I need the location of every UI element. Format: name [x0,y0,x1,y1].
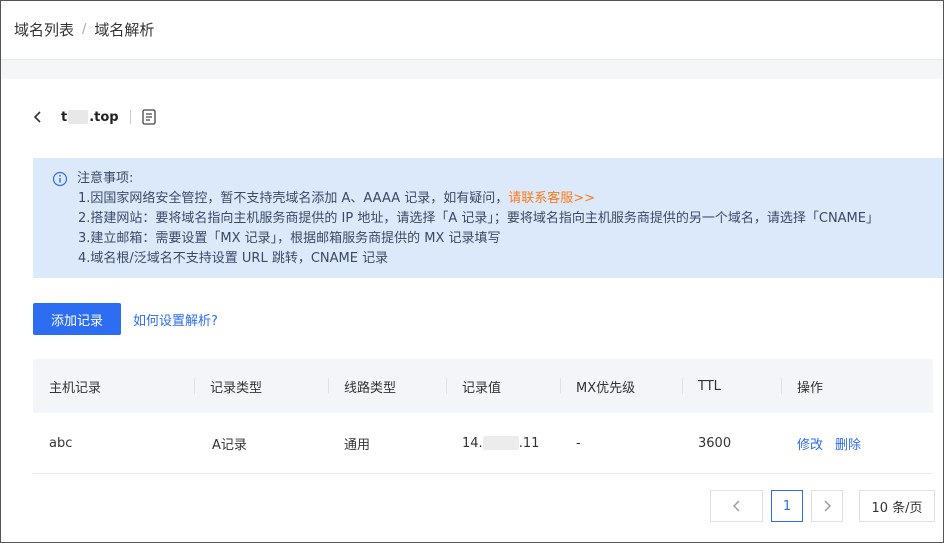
header-line: 线路类型 [328,359,446,413]
cell-host: abc [49,435,73,451]
divider [129,110,131,124]
cell-value: 14. .11 [446,413,560,473]
records-table: 主机记录 记录类型 线路类型 记录值 MX优先级 TTL 操作 abc A记录 … [33,359,933,474]
edit-record-link[interactable]: 修改 [797,434,823,453]
info-icon [52,171,68,187]
breadcrumb-separator: / [82,22,87,37]
notice-box: 注意事项: 1.因国家网络安全管控，暂不支持壳域名添加 A、AAAA 记录，如有… [33,158,943,278]
header-ttl: TTL [682,359,781,413]
header-actions: 操作 [781,359,933,413]
document-icon[interactable] [141,108,158,126]
next-page-button[interactable] [811,490,843,522]
main-card: t .top 注意事项: 1.因国家网络安全管控，暂不支持壳域名添加 A、AAA… [1,79,943,542]
domain-name-prefix: t [61,109,68,125]
redacted-mask [482,436,519,450]
table-row: abc A记录 通用 14. .11 - 3600 修改 删除 [33,413,933,474]
add-record-button[interactable]: 添加记录 [33,303,121,335]
redacted-mask [68,110,89,124]
domain-header: t .top [33,107,158,127]
header: 域名列表 / 域名解析 [1,1,943,60]
chevron-right-icon [824,500,831,512]
header-mx: MX优先级 [560,359,682,413]
breadcrumb: 域名列表 / 域名解析 [14,19,154,40]
delete-record-link[interactable]: 删除 [835,434,861,453]
header-host: 主机记录 [49,380,102,396]
notice-item-1-text: 1.因国家网络安全管控，暂不支持壳域名添加 A、AAAA 记录，如有疑问， [78,191,509,206]
back-arrow-icon[interactable] [33,107,47,127]
help-link[interactable]: 如何设置解析? [133,310,218,329]
breadcrumb-domain-list[interactable]: 域名列表 [14,19,74,40]
pagination: 1 10 条/页 [710,490,935,522]
notice-title-row: 注意事项: [52,169,943,189]
app-frame: 域名列表 / 域名解析 t .top 注意事项: 1.因国家网络安全管控，暂不支… [0,0,944,543]
domain-name: t .top [61,110,119,125]
cell-type-text: A记录 [212,437,247,453]
notice-item-2: 2.搭建网站：要将域名指向主机服务商提供的 IP 地址，请选择「A 记录」；要将… [78,211,879,226]
notice-title: 注意事项: [77,171,134,186]
breadcrumb-current: 域名解析 [94,21,155,39]
cell-value-prefix: 14. [462,435,483,451]
prev-page-button[interactable] [710,490,763,522]
cell-mx: - [576,435,581,451]
cell-type: A记录 [194,413,328,473]
cell-ttl: 3600 [698,435,732,451]
contact-support-link[interactable]: 请联系客服>> [508,191,595,206]
page-size-select[interactable]: 10 条/页 [859,490,935,522]
cell-actions: 修改 删除 [781,413,933,473]
page-number-button[interactable]: 1 [771,490,803,522]
notice-item-1: 1.因国家网络安全管控，暂不支持壳域名添加 A、AAAA 记录，如有疑问，请联系… [52,189,943,209]
table-header: 主机记录 记录类型 线路类型 记录值 MX优先级 TTL 操作 [33,359,933,413]
header-type: 记录类型 [194,359,328,413]
cell-line: 通用 [344,437,371,453]
header-value: 记录值 [446,359,560,413]
cell-value-suffix: .11 [518,435,540,451]
notice-item-3: 3.建立邮箱：需要设置「MX 记录」，根据邮箱服务商提供的 MX 记录填写 [78,231,501,246]
notice-item-4: 4.域名根/泛域名不支持设置 URL 跳转，CNAME 记录 [78,251,389,266]
domain-name-suffix: .top [89,109,119,125]
chevron-left-icon [732,500,739,512]
